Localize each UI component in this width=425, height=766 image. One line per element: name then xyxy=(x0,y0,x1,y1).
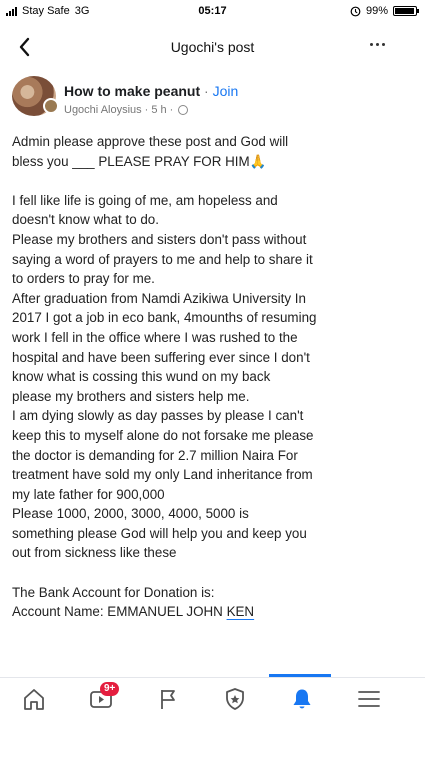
title-separator: · xyxy=(200,83,213,99)
post-line: treatment have sold my only Land inherit… xyxy=(12,467,313,483)
account-name-suffix: KEN xyxy=(226,604,255,620)
post-line: please my brothers and sisters help me. xyxy=(12,388,250,404)
bottom-nav: 9+ xyxy=(0,677,425,724)
ellipsis-icon[interactable] xyxy=(370,43,385,46)
battery-icon xyxy=(393,6,419,16)
post-line: After graduation from Namdi Azikiwa Univ… xyxy=(12,290,306,306)
post-time[interactable]: 5 h xyxy=(151,104,166,116)
nav-notifications[interactable] xyxy=(285,686,319,716)
author-name[interactable]: Ugochi Aloysius xyxy=(64,104,142,116)
post-line: hospital and have been suffering ever si… xyxy=(12,349,310,365)
post-line: doesn't know what to do. xyxy=(12,212,159,228)
nav-watch[interactable]: 9+ xyxy=(84,682,120,716)
post-line: Please 1000, 2000, 3000, 4000, 5000 is xyxy=(12,506,249,522)
post-line: Please my brothers and sisters don't pas… xyxy=(12,231,307,247)
group-name-link[interactable]: How to make peanut xyxy=(64,83,200,99)
post-line: my late father for 900,000 xyxy=(12,486,165,502)
post-line: know what is cossing this wund on my bac… xyxy=(12,369,271,385)
author-avatar[interactable] xyxy=(43,98,59,114)
post-line: keep this to myself alone do not forsake… xyxy=(12,427,314,443)
home-icon xyxy=(24,689,44,710)
nav-home[interactable] xyxy=(17,686,51,716)
post-line: Admin please approve these post and God … xyxy=(12,134,289,149)
post-line: bless you ___ PLEASE PRAY FOR HIM🙏 xyxy=(12,153,267,169)
flag-icon xyxy=(161,690,175,709)
post-line: out from sickness like these xyxy=(12,545,177,561)
status-right: 99% xyxy=(350,5,419,17)
post-line: the doctor is demanding for 2.7 million … xyxy=(12,447,298,463)
post-line: something please God will help you and k… xyxy=(12,525,307,541)
post-navbar: Ugochi's post xyxy=(0,28,425,66)
join-button[interactable]: Join xyxy=(213,83,239,99)
globe-icon xyxy=(178,105,189,115)
post-meta: Ugochi Aloysius · 5 h · xyxy=(64,104,189,116)
post-line: 2017 I got a job in eco bank, 4mounths o… xyxy=(12,310,317,326)
menu-icon xyxy=(358,691,380,707)
post-line: to orders to pray for me. xyxy=(12,271,155,287)
battery-percent: 99% xyxy=(365,5,388,17)
account-name-line: Account Name: EMMANUEL JOHN KEN xyxy=(12,602,417,622)
meta-separator-2: · xyxy=(169,104,174,116)
status-bar: Stay Safe 3G 05:17 99% xyxy=(0,0,425,24)
post-line: I fell like life is going of me, am hope… xyxy=(12,192,278,208)
nav-menu[interactable] xyxy=(352,686,386,716)
post-line: I am dying slowly as day passes by pleas… xyxy=(12,408,304,424)
meta-separator: · xyxy=(144,104,149,116)
post-line: work I fell in the office where I was ru… xyxy=(12,329,298,345)
bell-icon xyxy=(293,689,311,709)
nav-shield[interactable] xyxy=(218,686,252,716)
post-line xyxy=(12,171,417,191)
shield-icon xyxy=(226,688,244,710)
post-line xyxy=(12,563,417,583)
alarm-icon xyxy=(350,6,361,16)
post-header: How to make peanut · Join Ugochi Aloysiu… xyxy=(12,76,412,124)
post-line: The Bank Account for Donation is: xyxy=(12,584,215,600)
page-title: Ugochi's post xyxy=(170,39,255,55)
post-body: Admin please approve these post and God … xyxy=(12,132,417,622)
account-name-prefix: Account Name: EMMANUEL JOHN xyxy=(12,604,227,620)
post-line: saying a word of prayers to me and help … xyxy=(12,251,313,267)
group-line: How to make peanut · Join xyxy=(64,83,238,99)
nav-pages[interactable] xyxy=(151,686,185,716)
watch-badge: 9+ xyxy=(100,682,120,696)
